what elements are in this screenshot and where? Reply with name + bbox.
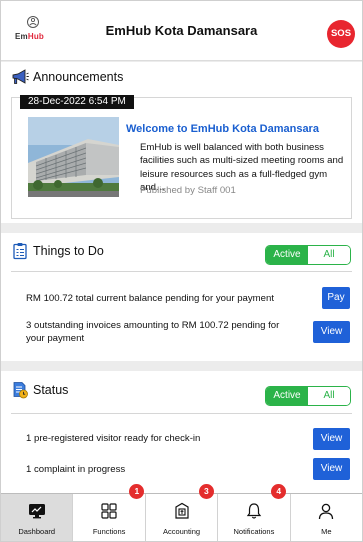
checklist-icon — [13, 243, 27, 260]
app-title: EmHub Kota Damansara — [105, 23, 258, 38]
nav-label: Me — [321, 527, 332, 536]
complaint-view-button[interactable]: View — [313, 458, 350, 480]
status-section: Status Active All 1 pre-registered visit… — [1, 371, 362, 494]
grid-icon — [101, 503, 117, 519]
pay-button[interactable]: Pay — [322, 287, 350, 309]
status-row-text: 1 pre-registered visitor ready for check… — [26, 433, 201, 444]
dashboard-icon — [28, 504, 45, 519]
building-image — [28, 117, 119, 197]
nav-label: Notifications — [233, 527, 275, 536]
nav-accounting[interactable]: 3 Accounting — [146, 484, 219, 541]
invoices-view-button[interactable]: View — [313, 321, 350, 343]
status-header: Status — [11, 380, 68, 400]
todo-divider — [11, 271, 352, 272]
todo-row-text: 3 outstanding invoices amounting to RM 1… — [26, 320, 280, 344]
sos-button[interactable]: SOS — [327, 20, 355, 48]
accounting-badge: 3 — [198, 484, 214, 499]
nav-functions[interactable]: 1 Functions — [73, 484, 146, 541]
functions-badge: 1 — [129, 484, 145, 499]
todo-all-tab[interactable]: All — [308, 246, 350, 264]
notifications-badge: 4 — [271, 484, 287, 499]
todo-active-tab[interactable]: Active — [266, 246, 308, 264]
nav-label: Functions — [92, 527, 126, 536]
bell-icon — [246, 503, 262, 519]
status-row-text: 1 complaint in progress — [26, 464, 126, 475]
announcements-title: Announcements — [33, 70, 124, 84]
status-filter-toggle: Active All — [265, 386, 351, 406]
nav-label: Dashboard — [18, 527, 56, 536]
todo-filter-toggle: Active All — [265, 245, 351, 265]
nav-dashboard[interactable]: Dashboard — [1, 494, 74, 541]
status-title: Status — [33, 383, 69, 397]
user-icon — [319, 503, 334, 520]
status-active-tab[interactable]: Active — [266, 387, 308, 405]
app-frame: EmHub EmHub Kota Damansara SOS Announcem… — [0, 0, 363, 542]
nav-notifications[interactable]: 4 Notifications — [218, 484, 291, 541]
app-header: EmHub EmHub Kota Damansara SOS — [1, 1, 362, 61]
announcement-author: Published by Staff 001 — [140, 185, 236, 196]
announcement-date: 28-Dec-2022 6:54 PM — [20, 95, 134, 109]
todo-title: Things to Do — [33, 244, 104, 258]
nav-label: Accounting — [162, 527, 201, 536]
todo-row-text: RM 100.72 total current balance pending … — [26, 293, 274, 304]
nav-me[interactable]: Me — [291, 494, 362, 541]
todo-section: Things to Do Active All RM 100.72 total … — [1, 233, 362, 361]
status-divider — [11, 413, 352, 414]
status-document-icon — [13, 382, 28, 399]
todo-header: Things to Do — [11, 241, 104, 261]
invoice-icon — [174, 502, 189, 519]
announcement-title[interactable]: Welcome to EmHub Kota Damansara — [126, 123, 346, 135]
megaphone-icon — [12, 69, 29, 84]
status-all-tab[interactable]: All — [308, 387, 350, 405]
visitor-view-button[interactable]: View — [313, 428, 350, 450]
announcements-header: Announcements — [11, 67, 123, 87]
bottom-nav: Dashboard 1 Functions 3 Accounting 4 Not… — [1, 484, 362, 541]
